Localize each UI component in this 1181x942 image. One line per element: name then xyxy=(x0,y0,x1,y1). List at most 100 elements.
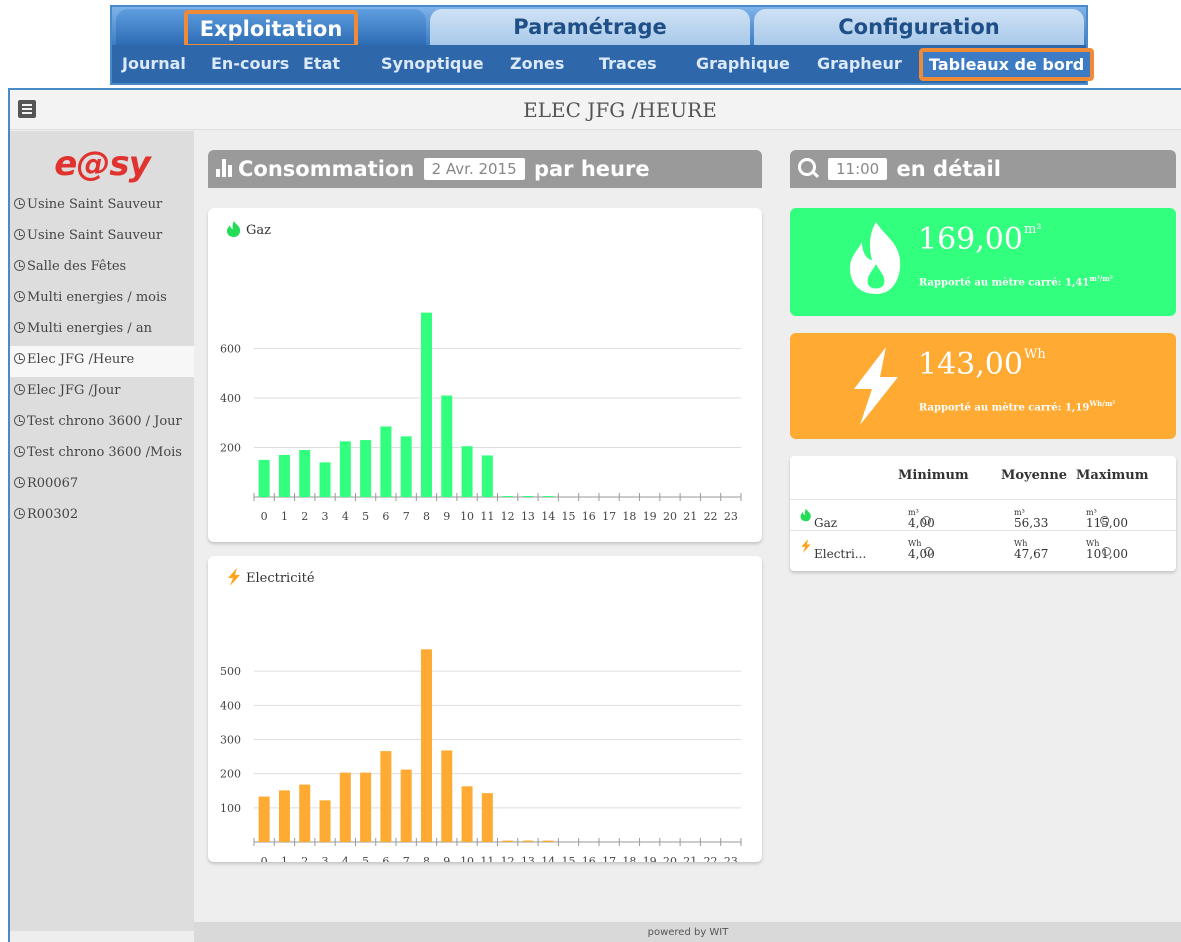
clock-icon[interactable] xyxy=(1099,516,1109,525)
bar[interactable] xyxy=(278,454,290,497)
bar[interactable] xyxy=(299,784,311,842)
bar[interactable] xyxy=(542,496,554,497)
bar[interactable] xyxy=(400,769,412,842)
clock-icon xyxy=(14,322,25,333)
sub-menu-bar: Journal En-cours Etat Synoptique Zones T… xyxy=(112,45,1095,83)
submenu-zones[interactable]: Zones xyxy=(510,54,564,73)
submenu-tableaux-de-bord[interactable]: Tableaux de bord xyxy=(919,48,1095,81)
bar[interactable] xyxy=(441,395,453,497)
sidebar-item-r00302[interactable]: R00302 xyxy=(10,501,194,532)
bar[interactable] xyxy=(360,440,372,497)
bar[interactable] xyxy=(360,772,372,842)
x-tick-label: 7 xyxy=(403,855,410,862)
tab-parametrage[interactable]: Paramétrage xyxy=(430,9,750,45)
bar[interactable] xyxy=(522,840,534,842)
bar[interactable] xyxy=(522,496,534,497)
sidebar-item-test-chrono-mois[interactable]: Test chrono 3600 /Mois xyxy=(10,439,194,470)
page-title: ELEC JFG /HEURE xyxy=(523,98,717,122)
electricity-chart-card: Electricité 100 200 300 400 500 0 1 2 3 4 5 6 7 8 9 10 1… xyxy=(208,556,762,862)
gas-summary-tile: 169,00m³ Rapporté au mètre carré: 1,41m³… xyxy=(790,208,1176,316)
sidebar-item-label: Elec JFG /Jour xyxy=(27,383,121,398)
clock-icon[interactable] xyxy=(921,516,931,525)
x-tick-label: 22 xyxy=(704,510,718,523)
gas-chart-card: Gaz 200 400 600 0 1 2 3 4 5 6 7 8 9 10 11 12 13 14 15 16 17 1… xyxy=(208,208,762,542)
date-selector[interactable]: 2 Avr. 2015 xyxy=(423,158,525,180)
submenu-graphique[interactable]: Graphique xyxy=(696,54,790,73)
sidebar-item-multi-energies-mois[interactable]: Multi energies / mois xyxy=(10,284,194,315)
sidebar-item-label: Salle des Fêtes xyxy=(27,259,127,274)
bar[interactable] xyxy=(299,449,311,497)
stats-max: 101,00 Wh xyxy=(1086,539,1128,561)
x-tick-label: 18 xyxy=(622,855,636,862)
detail-title-suffix: en détail xyxy=(896,157,1001,181)
y-tick-label: 300 xyxy=(220,734,241,747)
sidebar-item-label: Multi energies / mois xyxy=(27,290,167,305)
bar[interactable] xyxy=(278,790,290,842)
sidebar-item-salle-des-fetes[interactable]: Salle des Fêtes xyxy=(10,253,194,284)
bar-chart-icon xyxy=(216,159,236,177)
lightning-icon xyxy=(801,539,811,553)
stats-avg: 47,67 Wh xyxy=(1014,539,1049,561)
x-tick-label: 10 xyxy=(460,510,474,523)
stats-max: 115,00 m³ xyxy=(1086,508,1128,530)
x-tick-label: 7 xyxy=(403,510,410,523)
electricity-summary-tile: 143,00Wh Rapporté au mètre carré: 1,19Wh… xyxy=(790,333,1176,439)
submenu-etat[interactable]: Etat xyxy=(303,54,340,73)
submenu-journal[interactable]: Journal xyxy=(122,54,186,73)
submenu-synoptique[interactable]: Synoptique xyxy=(381,54,484,73)
bar[interactable] xyxy=(400,436,412,497)
bar[interactable] xyxy=(420,312,432,497)
sidebar-item-label: Usine Saint Sauveur xyxy=(27,197,163,212)
hour-selector[interactable]: 11:00 xyxy=(828,158,888,180)
dashboard-app: ELEC JFG /HEURE e@sy Usine Saint Sauveur… xyxy=(8,88,1181,942)
flame-icon xyxy=(800,508,811,522)
lightning-icon xyxy=(854,347,898,425)
sidebar-item-elec-jfg-heure[interactable]: Elec JFG /Heure xyxy=(10,346,194,377)
bar[interactable] xyxy=(319,462,331,497)
tab-configuration[interactable]: Configuration xyxy=(754,9,1084,45)
bar[interactable] xyxy=(461,446,473,497)
y-tick-label: 100 xyxy=(220,802,241,815)
x-tick-label: 23 xyxy=(724,510,738,523)
sidebar-item-usine-saint-sauveur[interactable]: Usine Saint Sauveur xyxy=(10,191,194,222)
x-tick-label: 2 xyxy=(301,510,308,523)
submenu-traces[interactable]: Traces xyxy=(599,54,657,73)
bar[interactable] xyxy=(258,796,270,842)
sidebar-item-elec-jfg-jour[interactable]: Elec JFG /Jour xyxy=(10,377,194,408)
bar[interactable] xyxy=(481,455,493,497)
bar[interactable] xyxy=(258,459,270,497)
bar[interactable] xyxy=(502,496,514,497)
x-tick-label: 12 xyxy=(501,510,515,523)
x-tick-label: 11 xyxy=(480,510,494,523)
bar[interactable] xyxy=(339,441,351,497)
bar[interactable] xyxy=(502,840,514,842)
sidebar-item-r00067[interactable]: R00067 xyxy=(10,470,194,501)
bar[interactable] xyxy=(481,793,493,842)
sidebar-item-usine-saint-sauveur-2[interactable]: Usine Saint Sauveur xyxy=(10,222,194,253)
bar[interactable] xyxy=(441,750,453,842)
submenu-en-cours[interactable]: En-cours xyxy=(211,54,289,73)
bar[interactable] xyxy=(380,751,392,842)
bar[interactable] xyxy=(420,649,432,842)
x-tick-label: 6 xyxy=(382,510,389,523)
x-tick-label: 9 xyxy=(443,855,450,862)
bar[interactable] xyxy=(461,786,473,842)
x-tick-label: 8 xyxy=(423,510,430,523)
bar[interactable] xyxy=(319,800,331,842)
bar[interactable] xyxy=(542,840,554,842)
clock-icon xyxy=(14,198,25,209)
bar[interactable] xyxy=(339,772,351,842)
stats-header-minimum: Minimum xyxy=(898,468,969,483)
sidebar-item-multi-energies-an[interactable]: Multi energies / an xyxy=(10,315,194,346)
submenu-grapheur[interactable]: Grapheur xyxy=(817,54,902,73)
stats-row-gaz: Gaz 4,00 m³ 56,33 m³ 115,00 m³ xyxy=(790,499,1176,530)
clock-icon xyxy=(14,384,25,395)
gas-per-square-meter: Rapporté au mètre carré: 1,41m³/m² xyxy=(919,274,1113,289)
sidebar-item-test-chrono-jour[interactable]: Test chrono 3600 / Jour xyxy=(10,408,194,439)
top-navigation: Exploitation Paramétrage Configuration J… xyxy=(110,5,1095,85)
tab-exploitation[interactable]: Exploitation xyxy=(116,9,426,48)
bar[interactable] xyxy=(380,426,392,497)
consumption-title-suffix: par heure xyxy=(533,157,650,181)
x-tick-label: 14 xyxy=(541,855,555,862)
x-tick-label: 21 xyxy=(683,855,697,862)
